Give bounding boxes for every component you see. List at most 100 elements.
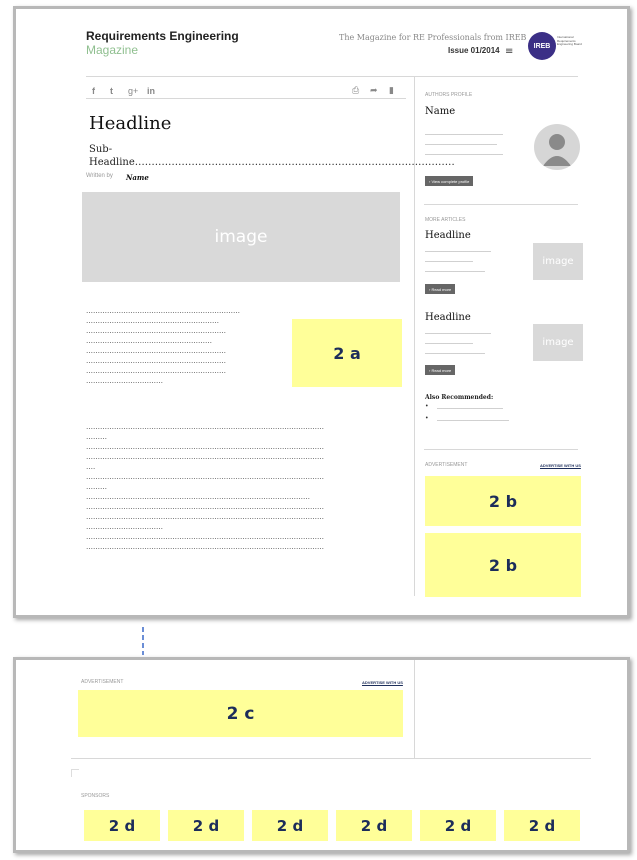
more-article-image[interactable]: image: [533, 243, 583, 280]
column-divider: [414, 76, 415, 596]
more-articles-label: MORE ARTICLES: [425, 217, 466, 223]
more-article-image[interactable]: image: [533, 324, 583, 361]
print-icon[interactable]: ⎙: [352, 86, 359, 96]
authors-profile-label: AUTHORS PROFILE: [425, 92, 473, 98]
text-line: ………………………………: [425, 140, 497, 147]
text-line: …………………………………………………………………………………………: [86, 443, 324, 451]
linkedin-icon[interactable]: in: [147, 86, 155, 96]
read-more-button[interactable]: › Read more: [425, 365, 456, 375]
bullet-icon: •: [425, 403, 429, 410]
logo-subtitle[interactable]: Magazine: [86, 43, 138, 57]
view-profile-label: › View complete profile: [429, 178, 470, 184]
profile-bio: ………………………………… ……………………………… …………………………………: [425, 129, 525, 159]
text-line: ……………………: [425, 339, 473, 346]
also-recommended-label: Also Recommended:: [425, 394, 494, 401]
text-line: …………………………………………………………………………………………: [86, 503, 324, 511]
header-divider: [86, 76, 578, 77]
sponsor-slot-label: 2 d: [444, 816, 472, 835]
sponsor-slot-2d[interactable]: 2 d: [504, 810, 580, 841]
text-line: ……………………………………………………: [86, 357, 226, 365]
sponsor-slot-label: 2 d: [108, 816, 136, 835]
text-line: …………………………………………………………………………………………: [86, 533, 324, 541]
ad-slot-label: 2 b: [488, 555, 518, 575]
logo-title[interactable]: Requirements Engineering: [86, 29, 239, 43]
text-line: …………………………………………………………: [86, 307, 240, 315]
text-line: …………………………: [425, 267, 485, 274]
page-bottom-frame: ADVERTISEMENT ADVERTISE WITH US 2 c SPON…: [13, 657, 630, 853]
text-line: ………………………………………………: [86, 337, 212, 345]
more-article-excerpt: …………………………… …………………… …………………………: [425, 246, 525, 276]
sponsor-slot-2d[interactable]: 2 d: [84, 810, 160, 841]
footer-divider: [71, 758, 591, 759]
sidebar-divider: [424, 449, 578, 450]
sponsor-slot-label: 2 d: [192, 816, 220, 835]
tagline: The Magazine for RE Professionals from I…: [339, 33, 527, 42]
googleplus-icon[interactable]: g+: [128, 86, 138, 96]
text-line: ……………………………: [425, 247, 491, 254]
advertise-with-us-link[interactable]: ADVERTISE WITH US: [540, 463, 581, 468]
bookmark-icon[interactable]: ▮: [389, 86, 394, 96]
more-article-image-label: image: [542, 256, 574, 267]
text-line: …………………………………………………: [86, 317, 219, 325]
article-headline: Headline: [89, 113, 172, 134]
advertise-with-us-link[interactable]: ADVERTISE WITH US: [362, 680, 403, 685]
facebook-icon[interactable]: f: [92, 86, 95, 96]
advertisement-label: ADVERTISEMENT: [81, 679, 124, 685]
sponsor-slot-2d[interactable]: 2 d: [336, 810, 412, 841]
ireb-logo-text: International Requirements Engineering B…: [557, 35, 582, 46]
issue-label[interactable]: Issue 01/2014: [448, 46, 500, 55]
ad-slot-label: 2 a: [333, 343, 361, 363]
avatar: [534, 124, 580, 170]
author-name[interactable]: Name: [126, 173, 149, 182]
sponsor-slot-2d[interactable]: 2 d: [168, 810, 244, 841]
text-line: ………: [86, 433, 107, 441]
text-line: ……………………………: [86, 377, 163, 385]
text-line: ……………………………………………………………………………………: [86, 493, 310, 501]
text-line: ……………………………………………………: [86, 367, 226, 375]
recommended-link[interactable]: ………………………………: [437, 415, 509, 425]
more-article-headline[interactable]: Headline: [425, 312, 471, 323]
sponsor-slot-2d[interactable]: 2 d: [252, 810, 328, 841]
text-line: ……………………………………………………: [86, 347, 226, 355]
text-line: ……………………………………………………: [86, 327, 226, 335]
share-icon[interactable]: ➦: [370, 86, 378, 96]
twitter-icon[interactable]: t: [110, 86, 113, 96]
sponsors-label: SPONSORS: [81, 793, 110, 799]
view-profile-button[interactable]: › View complete profile: [425, 176, 474, 186]
text-line: ……………………………: [86, 523, 163, 531]
read-more-label: › Read more: [429, 286, 452, 292]
sponsor-slot-2d[interactable]: 2 d: [420, 810, 496, 841]
article-image: image: [82, 192, 400, 282]
profile-name: Name: [425, 106, 456, 117]
text-line: …………………………………………………………………………………………: [86, 513, 324, 521]
text-line: …………………………………………………………………………………………: [86, 543, 324, 551]
text-line: …………………………………………………………………………………………: [86, 473, 324, 481]
ad-slot-label: 2 b: [488, 491, 518, 511]
text-line: ….: [86, 463, 96, 471]
article-subheadline: Sub-Headline……………………………………………………………………………: [89, 144, 455, 168]
text-line: ………: [86, 483, 107, 491]
more-article-excerpt: …………………………… …………………… …………………………: [425, 328, 525, 358]
text-line: …………………………………………………………………………………………: [86, 453, 324, 461]
written-by-label: Written by: [86, 173, 113, 179]
ad-slot-2b[interactable]: 2 b: [425, 476, 581, 526]
text-line: …………………………………: [425, 150, 503, 157]
ad-slot-2c[interactable]: 2 c: [78, 690, 403, 737]
ad-slot-2b[interactable]: 2 b: [425, 533, 581, 597]
read-more-label: › Read more: [429, 367, 452, 373]
sponsor-slot-label: 2 d: [528, 816, 556, 835]
recommended-link[interactable]: ……………………………: [437, 403, 503, 413]
column-divider: [414, 660, 415, 758]
more-article-headline[interactable]: Headline: [425, 230, 471, 241]
ireb-logo[interactable]: IREB: [528, 32, 556, 60]
text-line: …………………………………………………………………………………………: [86, 423, 324, 431]
share-divider: [86, 98, 406, 99]
read-more-button[interactable]: › Read more: [425, 284, 456, 294]
sponsor-slot-label: 2 d: [360, 816, 388, 835]
menu-icon[interactable]: ≡: [505, 46, 513, 57]
ad-slot-2a[interactable]: 2 a: [292, 319, 402, 387]
text-line: ……………………………: [425, 329, 491, 336]
bullet-icon: •: [425, 415, 429, 422]
person-icon: [543, 134, 571, 166]
advertisement-label: ADVERTISEMENT: [425, 462, 468, 468]
